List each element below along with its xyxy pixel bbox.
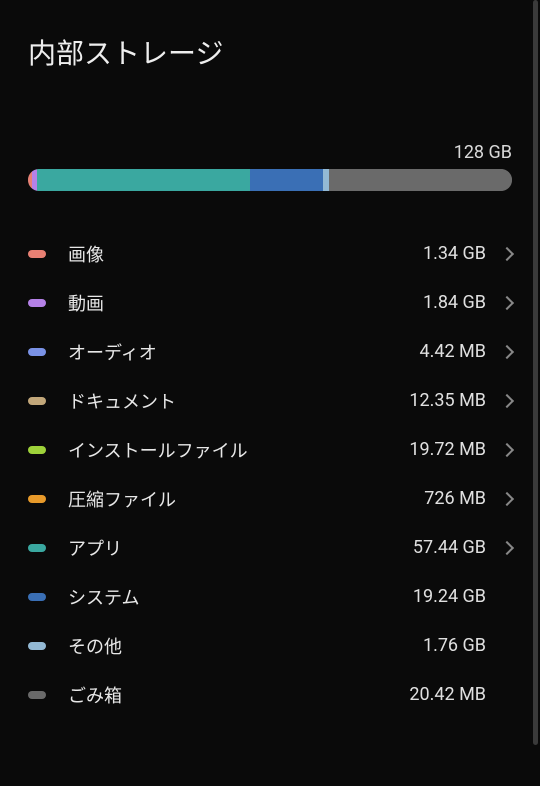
bar-segment-apps	[37, 169, 250, 191]
chevron-right-icon	[500, 246, 514, 260]
category-row-audio[interactable]: オーディオ4.42 MB	[28, 327, 512, 376]
category-row-trash: ごみ箱20.42 MB	[28, 670, 512, 719]
bar-segment-system	[250, 169, 323, 191]
category-label: 動画	[68, 290, 423, 316]
category-size: 19.72 MB	[409, 439, 486, 460]
category-size: 1.34 GB	[423, 243, 486, 264]
category-label: ドキュメント	[68, 388, 409, 414]
category-label: システム	[68, 584, 413, 610]
chevron-right-icon	[500, 491, 514, 505]
category-size: 20.42 MB	[409, 684, 486, 705]
category-list: 画像1.34 GB動画1.84 GBオーディオ4.42 MBドキュメント12.3…	[0, 229, 540, 719]
category-size: 726 MB	[424, 488, 486, 509]
color-pill-icon	[28, 691, 46, 699]
category-size: 12.35 MB	[409, 390, 486, 411]
category-label: 圧縮ファイル	[68, 486, 424, 512]
chevron-right-icon	[500, 540, 514, 554]
category-row-videos[interactable]: 動画1.84 GB	[28, 278, 512, 327]
chevron-right-icon	[500, 442, 514, 456]
storage-usage-bar	[28, 169, 512, 191]
category-size: 57.44 GB	[413, 537, 486, 558]
color-pill-icon	[28, 299, 46, 307]
category-size: 4.42 MB	[420, 341, 487, 362]
category-label: その他	[68, 633, 423, 659]
category-row-images[interactable]: 画像1.34 GB	[28, 229, 512, 278]
category-row-compressed[interactable]: 圧縮ファイル726 MB	[28, 474, 512, 523]
category-size: 1.76 GB	[423, 635, 486, 656]
color-pill-icon	[28, 642, 46, 650]
bar-segment-other	[323, 169, 330, 191]
category-row-documents[interactable]: ドキュメント12.35 MB	[28, 376, 512, 425]
category-row-system: システム19.24 GB	[28, 572, 512, 621]
bar-segment-free	[329, 169, 511, 191]
category-label: ごみ箱	[68, 682, 409, 708]
category-label: 画像	[68, 241, 423, 267]
category-row-install[interactable]: インストールファイル19.72 MB	[28, 425, 512, 474]
color-pill-icon	[28, 348, 46, 356]
category-size: 1.84 GB	[423, 292, 486, 313]
category-row-apps[interactable]: アプリ57.44 GB	[28, 523, 512, 572]
color-pill-icon	[28, 495, 46, 503]
page-title: 内部ストレージ	[0, 0, 540, 72]
category-row-other: その他1.76 GB	[28, 621, 512, 670]
category-label: アプリ	[68, 535, 413, 561]
color-pill-icon	[28, 544, 46, 552]
total-capacity-label: 128 GB	[0, 72, 540, 169]
scrollbar[interactable]	[533, 0, 538, 745]
color-pill-icon	[28, 446, 46, 454]
category-label: インストールファイル	[68, 437, 409, 463]
color-pill-icon	[28, 250, 46, 258]
color-pill-icon	[28, 397, 46, 405]
chevron-right-icon	[500, 295, 514, 309]
chevron-right-icon	[500, 393, 514, 407]
category-label: オーディオ	[68, 339, 420, 365]
color-pill-icon	[28, 593, 46, 601]
chevron-right-icon	[500, 344, 514, 358]
category-size: 19.24 GB	[413, 586, 486, 607]
